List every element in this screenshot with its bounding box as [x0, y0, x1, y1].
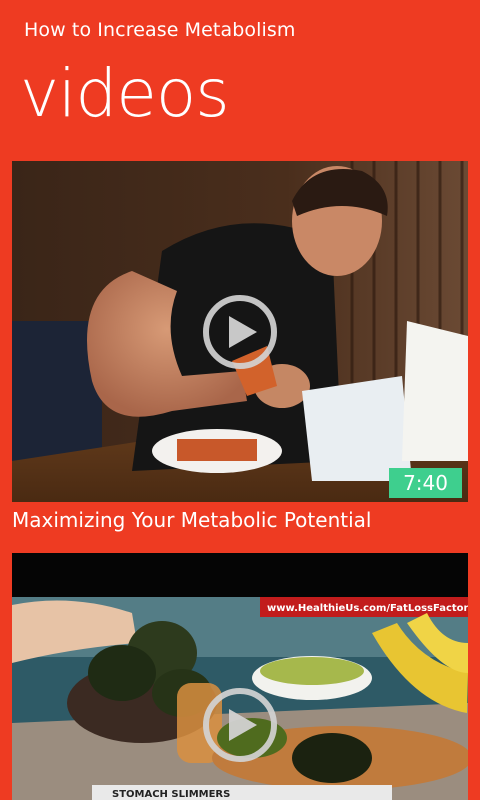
play-icon — [229, 709, 257, 741]
page-title: videos — [20, 55, 230, 132]
thumbnail-image: STOMACH SLIMMERS www.HealthieUs.com/FatL… — [12, 553, 468, 800]
video-item[interactable]: STOMACH SLIMMERS www.HealthieUs.com/FatL… — [12, 553, 468, 800]
video-item[interactable]: 7:40 Maximizing Your Metabolic Potential — [12, 161, 468, 532]
play-button[interactable] — [203, 688, 277, 762]
app-title: How to Increase Metabolism — [24, 19, 296, 41]
caption-text: STOMACH SLIMMERS — [112, 789, 230, 800]
watermark-text: www.HealthieUs.com/FatLossFactor — [267, 603, 468, 614]
play-icon — [229, 315, 257, 348]
video-title[interactable]: Maximizing Your Metabolic Potential — [12, 508, 468, 532]
duration-badge: 7:40 — [389, 468, 462, 498]
play-button[interactable] — [203, 294, 277, 369]
video-thumbnail[interactable]: 7:40 — [12, 161, 468, 502]
video-thumbnail[interactable]: STOMACH SLIMMERS www.HealthieUs.com/FatL… — [12, 553, 468, 800]
